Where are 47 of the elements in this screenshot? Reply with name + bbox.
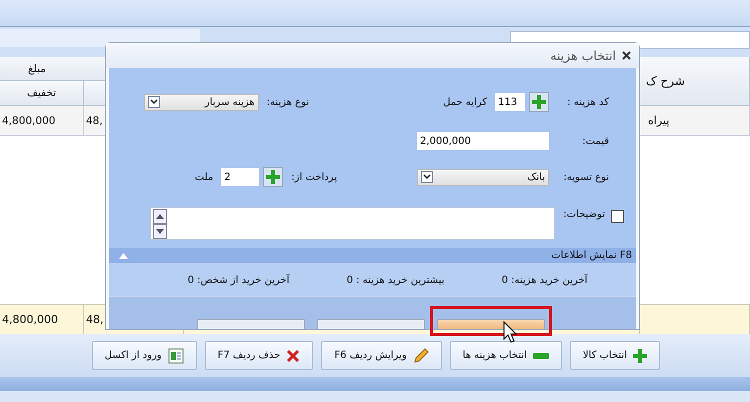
cost-type-dropdown[interactable]: هزینه سربار	[144, 94, 259, 110]
notes-field[interactable]	[150, 207, 556, 240]
add-button[interactable]	[529, 92, 549, 112]
cross-icon	[286, 348, 300, 362]
spreadsheet-icon	[168, 348, 184, 364]
table-cell: پیراه	[640, 106, 750, 136]
code-field[interactable]: 113	[495, 93, 525, 111]
bank-name: ملت	[194, 172, 214, 182]
dropdown-icon	[421, 171, 433, 183]
dialog-title: انتخاب هزینه	[550, 48, 616, 63]
toolbar-button[interactable]: انتخاب کالا	[570, 341, 660, 370]
price-field[interactable]: 2,000,000	[417, 132, 549, 150]
cost-name: کرایه حمل	[443, 96, 487, 108]
scroll-arrows-icon[interactable]	[153, 208, 168, 238]
field-label: نوع تسویه:	[562, 172, 609, 182]
dropdown-icon	[148, 96, 160, 108]
plus-icon	[532, 95, 546, 109]
plus-icon	[266, 170, 280, 184]
notes-checkbox[interactable]	[611, 210, 624, 223]
column-header: شرح ک	[640, 57, 750, 106]
dialog-button[interactable]	[197, 319, 305, 329]
field-label: قیمت:	[581, 136, 609, 146]
field-label: توضیحات:	[563, 209, 605, 220]
settlement-dropdown[interactable]: بانک	[417, 168, 549, 186]
column-header: تخفیف	[0, 81, 84, 106]
field-label: کد هزینه :	[566, 96, 609, 108]
toolbar-button[interactable]: انتخاب هزینه ها	[450, 341, 562, 370]
dialog-button[interactable]	[437, 319, 545, 329]
toolbar-button[interactable]: ورود از اکسل	[92, 341, 197, 370]
collapse-icon[interactable]	[119, 252, 128, 258]
toolbar-button[interactable]: ویرایش ردیف F6	[321, 341, 442, 370]
table-cell: 4,800,000	[0, 106, 84, 136]
dialog-button[interactable]	[317, 319, 425, 329]
minus-icon	[532, 352, 549, 358]
toolbar-button[interactable]: حذف ردیف F7	[204, 341, 314, 370]
section-header[interactable]: F8 نمایش اطلاعات	[109, 248, 636, 263]
field-label: پرداخت از:	[291, 172, 337, 182]
pencil-icon	[412, 348, 429, 364]
add-button[interactable]	[263, 167, 284, 187]
close-icon[interactable]	[622, 51, 631, 60]
info-text: آخرین خرید از شخص: 0	[188, 275, 290, 286]
account-field[interactable]: 2	[221, 168, 260, 186]
field-label: نوع هزینه:	[266, 96, 309, 108]
info-text: آخرین خرید هزینه: 0	[502, 275, 588, 286]
plus-icon	[633, 348, 647, 362]
total-cell: 4,800,000	[0, 304, 84, 334]
info-text: بیشترین خرید هزینه : 0	[346, 275, 444, 286]
